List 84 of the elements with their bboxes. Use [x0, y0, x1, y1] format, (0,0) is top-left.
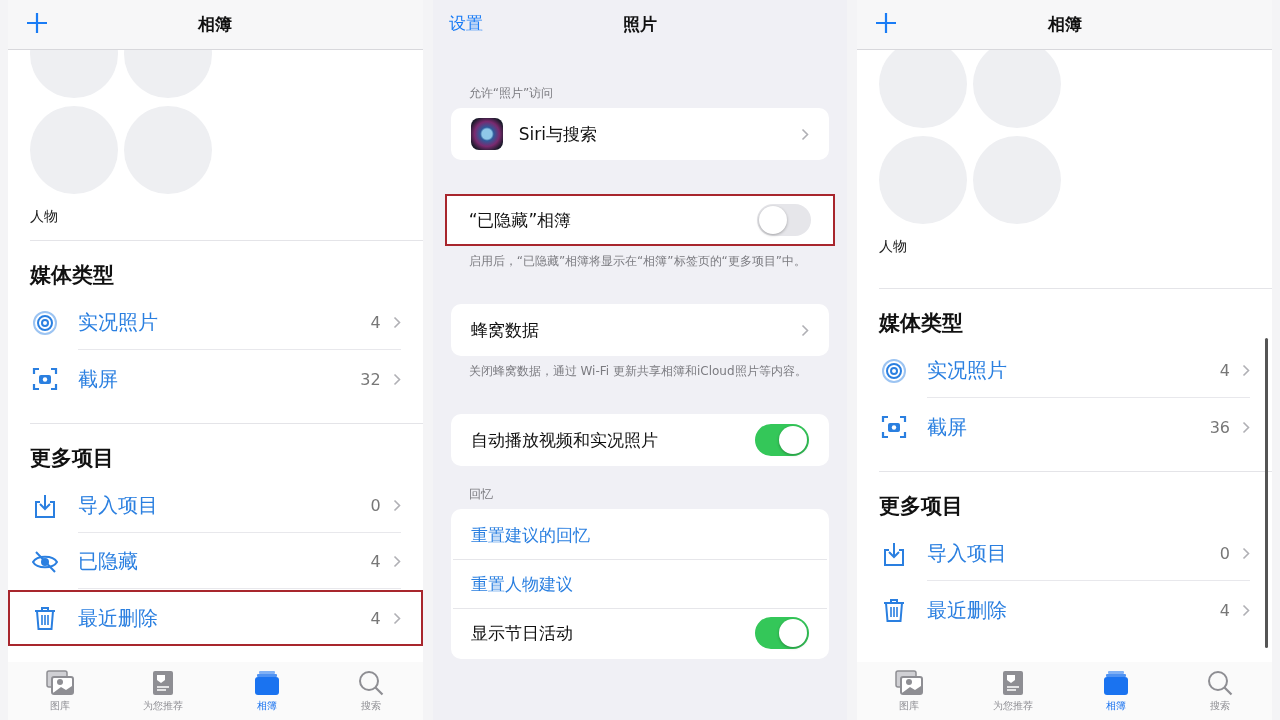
- screenshot-icon: [32, 366, 58, 392]
- album-row[interactable]: 导入项目 0: [857, 526, 1272, 582]
- live-photo-icon: [32, 310, 58, 336]
- people-label: 人物: [878, 237, 909, 256]
- album-name: 最近删除: [78, 604, 159, 632]
- plus-icon: [26, 12, 48, 34]
- tab[interactable]: 相簿: [1081, 669, 1152, 713]
- eye-slash-icon: [32, 549, 58, 575]
- album-row[interactable]: 导入项目 0: [8, 478, 423, 534]
- album-name: 截屏: [78, 365, 119, 393]
- nav-title: 照片: [623, 13, 657, 36]
- section-title: 媒体类型: [30, 262, 115, 289]
- chevron-icon: [392, 499, 401, 512]
- group-header: 允许“照片”访问: [467, 85, 555, 102]
- album-row[interactable]: 截屏 36: [857, 399, 1272, 455]
- section-title: 媒体类型: [879, 310, 965, 337]
- setting-label: 蜂窝数据: [470, 318, 540, 342]
- album-count: 32: [360, 369, 381, 389]
- chevron-icon: [801, 323, 810, 337]
- album-name: 实况照片: [78, 309, 159, 336]
- nav-title: 相簿: [1047, 13, 1082, 36]
- live-photo-icon: [881, 358, 908, 384]
- chevron-icon: [1242, 420, 1250, 434]
- action-link[interactable]: 重置建议的回忆: [470, 523, 810, 547]
- add-button[interactable]: [26, 12, 48, 34]
- chevron-icon: [1242, 603, 1250, 617]
- album-row[interactable]: 实况照片 4: [8, 295, 423, 351]
- setting-label: 显示节日活动: [470, 621, 574, 645]
- people-label: 人物: [29, 207, 59, 226]
- album-count: 4: [1219, 361, 1230, 380]
- album-row[interactable]: 已隐藏 4: [8, 534, 423, 590]
- album-count: 0: [370, 496, 381, 515]
- chevron-icon: [392, 316, 401, 329]
- album-count: 4: [370, 552, 381, 571]
- album-name: 导入项目: [927, 540, 1009, 567]
- setting-label: “已隐藏”相簿: [468, 208, 573, 232]
- album-name: 实况照片: [927, 357, 1009, 384]
- album-count: 36: [1209, 417, 1230, 437]
- chevron-icon: [801, 127, 810, 141]
- album-row[interactable]: 实况照片 4: [857, 343, 1272, 399]
- album-name: 最近删除: [927, 596, 1009, 624]
- add-button[interactable]: [875, 12, 898, 34]
- chevron-icon: [392, 611, 401, 625]
- nav-title: 相簿: [198, 13, 233, 36]
- chevron-icon: [392, 555, 401, 568]
- trash-icon: [32, 605, 58, 631]
- section-title: 更多项目: [879, 493, 965, 520]
- setting-label: Siri与搜索: [518, 122, 598, 146]
- album-row[interactable]: 最近删除 4: [857, 582, 1272, 638]
- toggle-switch[interactable]: [757, 204, 812, 236]
- back-button[interactable]: 设置: [442, 12, 483, 35]
- album-name: 导入项目: [78, 492, 159, 519]
- album-count: 0: [1219, 544, 1230, 563]
- toggle-switch[interactable]: [755, 617, 810, 649]
- photo-library-icon: [43, 669, 76, 697]
- setting-label: 自动播放视频和实况照片: [470, 428, 659, 452]
- tab[interactable]: 相簿: [232, 669, 303, 713]
- screenshot-icon: [881, 414, 908, 440]
- tab[interactable]: 为您推荐: [977, 669, 1048, 713]
- tab[interactable]: 图库: [874, 669, 945, 713]
- tab[interactable]: 图库: [24, 669, 95, 713]
- album-row[interactable]: 最近删除 4: [8, 590, 423, 646]
- group-footer: 启用后，“已隐藏”相簿将显示在“相簿”标签页的“更多项目”中。: [450, 246, 830, 270]
- photo-library-icon: [893, 669, 926, 697]
- chevron-icon: [392, 372, 401, 386]
- tab[interactable]: 搜索: [1185, 669, 1256, 713]
- siri-icon: [470, 118, 503, 150]
- chevron-icon: [1242, 547, 1250, 560]
- plus-icon: [875, 12, 898, 34]
- group-header: 回忆: [467, 486, 494, 503]
- album-count: 4: [1219, 600, 1230, 620]
- import-icon: [32, 493, 58, 519]
- album-name: 截屏: [927, 413, 969, 441]
- toggle-switch[interactable]: [755, 424, 810, 456]
- album-name: 已隐藏: [78, 548, 139, 575]
- tab[interactable]: 搜索: [335, 669, 406, 713]
- chevron-icon: [1242, 364, 1250, 377]
- action-link[interactable]: 重置人物建议: [470, 572, 810, 596]
- album-count: 4: [370, 313, 381, 332]
- section-title: 更多项目: [30, 445, 115, 472]
- album-row[interactable]: 截屏 32: [8, 351, 423, 407]
- album-count: 4: [370, 608, 381, 628]
- group-footer: 关闭蜂窝数据，通过 Wi-Fi 更新共享相簿和iCloud照片等内容。: [450, 356, 830, 380]
- tab[interactable]: 为您推荐: [128, 669, 199, 713]
